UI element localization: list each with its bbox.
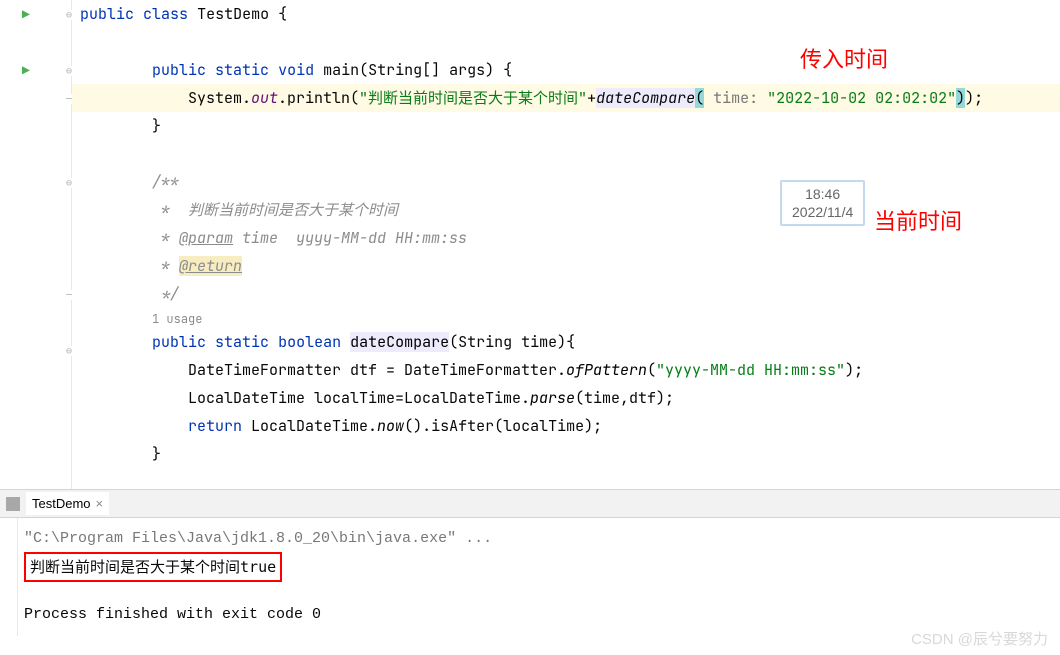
watermark: CSDN @辰兮要努力 [911, 628, 1048, 649]
code-line: DateTimeFormatter dtf = DateTimeFormatte… [72, 356, 1060, 384]
console-tab-icon [6, 497, 20, 511]
code-line: * @return [72, 252, 1060, 280]
run-main-icon[interactable]: ▶ [22, 62, 30, 79]
fold-icon[interactable]: ⊖ [66, 178, 72, 188]
fold-icon[interactable]: — [66, 94, 72, 104]
code-line-active: System.out.println("判断当前时间是否大于某个时间"+date… [72, 84, 1060, 112]
console-panel: TestDemo × "C:\Program Files\Java\jdk1.8… [0, 490, 1060, 636]
code-line: LocalDateTime localTime=LocalDateTime.pa… [72, 384, 1060, 412]
gutter: ▶ ▶ ⊖ ⊖ — ⊖ — ⊖ [0, 0, 72, 489]
console-body[interactable]: "C:\Program Files\Java\jdk1.8.0_20\bin\j… [0, 518, 1060, 636]
fold-icon[interactable]: ⊖ [66, 66, 72, 76]
annotation-input-time: 传入时间 [800, 46, 888, 74]
run-class-icon[interactable]: ▶ [22, 6, 30, 23]
console-output-highlight: 判断当前时间是否大于某个时间true [24, 552, 282, 582]
console-command: "C:\Program Files\Java\jdk1.8.0_20\bin\j… [24, 526, 1054, 552]
clock-time: 18:46 [792, 185, 853, 203]
code-line: /** [72, 168, 1060, 196]
code-area[interactable]: public class TestDemo { public static vo… [72, 0, 1060, 489]
code-line: public class TestDemo { [72, 0, 1060, 28]
code-line: } [72, 112, 1060, 140]
fold-icon[interactable]: ⊖ [66, 10, 72, 20]
editor-area: ▶ ▶ ⊖ ⊖ — ⊖ — ⊖ public class TestDemo { … [0, 0, 1060, 490]
close-icon[interactable]: × [96, 496, 104, 511]
annotation-current-time: 当前时间 [874, 208, 962, 236]
console-gutter [0, 518, 18, 636]
fold-icon[interactable]: ⊖ [66, 346, 72, 356]
console-exit-message: Process finished with exit code 0 [24, 602, 1054, 628]
code-line: public static boolean dateCompare(String… [72, 328, 1060, 356]
console-tabs: TestDemo × [0, 490, 1060, 518]
console-tab[interactable]: TestDemo × [26, 492, 109, 515]
code-line: return LocalDateTime.now().isAfter(local… [72, 412, 1060, 440]
code-line [72, 140, 1060, 168]
code-line [72, 28, 1060, 56]
code-line: } [72, 440, 1060, 468]
clock-widget: 18:46 2022/11/4 [780, 180, 865, 226]
console-tab-label: TestDemo [32, 496, 91, 511]
clock-date: 2022/11/4 [792, 203, 853, 221]
fold-icon[interactable]: — [66, 290, 72, 300]
usage-hint[interactable]: 1 usage [72, 308, 1060, 328]
code-line: */ [72, 280, 1060, 308]
code-line: public static void main(String[] args) { [72, 56, 1060, 84]
